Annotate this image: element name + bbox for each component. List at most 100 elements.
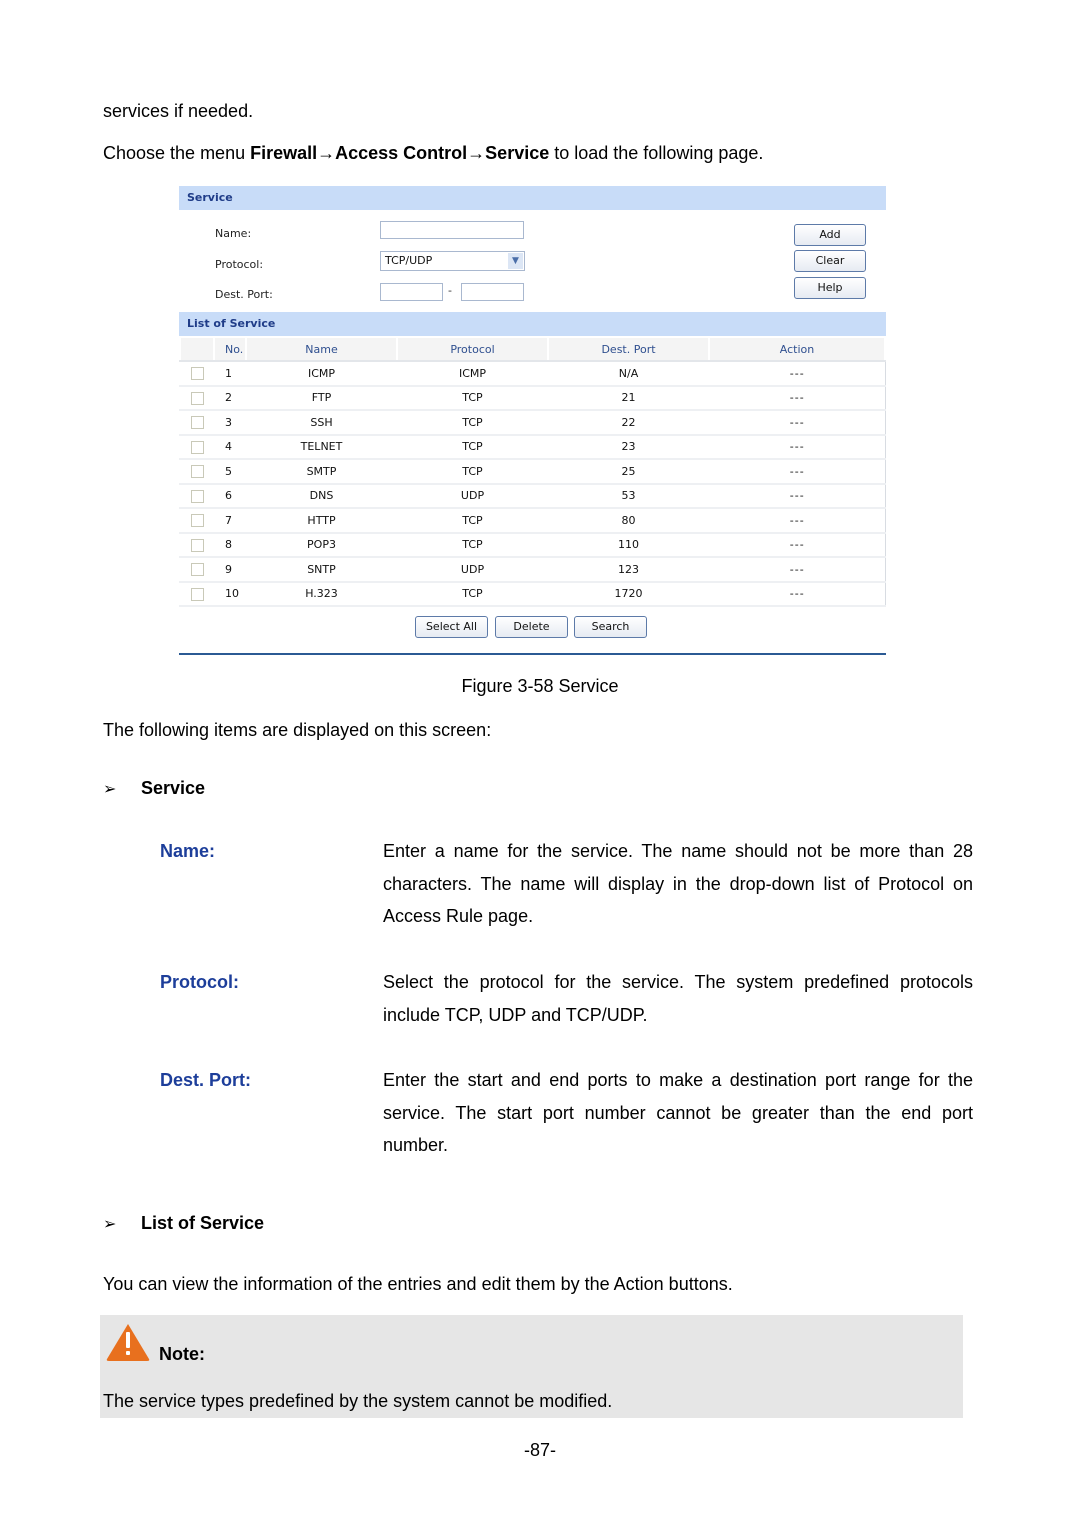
row-action[interactable]: --- <box>708 385 885 411</box>
menu-firewall: Firewall <box>250 143 318 163</box>
row-name: SMTP <box>245 459 397 485</box>
header-dest-port: Dest. Port <box>547 336 710 362</box>
header-action: Action <box>708 336 886 362</box>
service-figure: Service Name: Protocol: Dest. Port: TCP/… <box>179 186 886 656</box>
row-select-checkbox[interactable] <box>190 367 204 380</box>
row-no: 7 <box>213 508 246 534</box>
list-section-title: List of Service <box>179 312 886 336</box>
row-dest-port: 80 <box>547 508 709 534</box>
row-name: DNS <box>245 483 397 509</box>
list-heading-text: List of Service <box>141 1213 265 1233</box>
row-checkbox <box>179 361 214 387</box>
help-button[interactable]: Help <box>794 277 866 299</box>
row-no: 1 <box>213 361 246 387</box>
row-select-checkbox[interactable] <box>190 416 204 429</box>
row-name: ICMP <box>245 361 397 387</box>
row-protocol: TCP <box>396 459 548 485</box>
list-heading: ➢ List of Service <box>103 1213 264 1234</box>
row-action[interactable]: --- <box>708 483 885 509</box>
row-select-checkbox[interactable] <box>190 489 204 503</box>
intro-prefix: Choose the menu <box>103 143 251 163</box>
delete-button[interactable]: Delete <box>495 616 568 638</box>
row-no: 4 <box>213 434 246 460</box>
row-checkbox <box>179 459 214 485</box>
row-action[interactable]: --- <box>708 459 885 485</box>
header-no: No. <box>213 336 247 362</box>
row-protocol: TCP <box>396 581 548 607</box>
service-heading: ➢ Service <box>103 778 205 799</box>
row-no: 10 <box>213 581 246 607</box>
row-no: 9 <box>213 557 246 583</box>
row-protocol: TCP <box>396 532 548 558</box>
menu-service: Service <box>485 143 550 163</box>
row-no: 8 <box>213 532 246 558</box>
header-protocol: Protocol <box>396 336 549 362</box>
service-heading-text: Service <box>141 778 206 798</box>
row-checkbox <box>179 508 214 534</box>
name-input[interactable] <box>380 221 524 239</box>
chevron-down-icon[interactable]: ▼ <box>508 253 523 269</box>
row-action[interactable]: --- <box>708 557 885 583</box>
arrow: → <box>317 143 336 163</box>
term-name: Name: <box>160 841 216 861</box>
row-action[interactable]: --- <box>708 410 885 436</box>
table-row: 2 FTP TCP 21 --- <box>179 385 885 411</box>
row-protocol: UDP <box>396 557 548 583</box>
row-dest-port: 23 <box>547 434 709 460</box>
row-select-checkbox[interactable] <box>190 465 204 478</box>
row-action[interactable]: --- <box>708 508 885 534</box>
row-action[interactable]: --- <box>708 532 885 558</box>
row-action[interactable]: --- <box>708 581 885 607</box>
table-row: 1 ICMP ICMP N/A --- <box>179 361 885 387</box>
port-end-input[interactable] <box>461 283 524 301</box>
figure-caption: Figure 3-58 Service <box>461 676 619 696</box>
clear-button[interactable]: Clear <box>794 250 866 272</box>
intro-suffix: to load the following page. <box>549 143 764 163</box>
intro-line-2: Choose the menu Firewall→Access Control→… <box>103 142 763 164</box>
protocol-select[interactable]: TCP/UDP ▼ <box>380 251 525 271</box>
note-label: Note: <box>159 1344 205 1364</box>
row-dest-port: 21 <box>547 385 709 411</box>
search-button[interactable]: Search <box>574 616 647 638</box>
row-no: 5 <box>213 459 246 485</box>
header-checkbox-col <box>179 336 215 362</box>
row-select-checkbox[interactable] <box>190 391 204 405</box>
row-checkbox <box>179 434 214 460</box>
page-number: -87- <box>523 1440 556 1460</box>
row-no: 2 <box>213 385 246 411</box>
row-select-checkbox[interactable] <box>190 563 204 576</box>
add-button[interactable]: Add <box>794 224 866 246</box>
row-protocol: TCP <box>396 434 548 460</box>
dest-port-label: Dest. Port: <box>215 288 273 301</box>
row-dest-port: 1720 <box>547 581 709 607</box>
row-action[interactable]: --- <box>708 361 885 387</box>
row-no: 3 <box>213 410 246 436</box>
row-select-checkbox[interactable] <box>190 587 204 601</box>
desc-name: Enter a name for the service. The name s… <box>383 841 973 926</box>
select-all-button[interactable]: Select All <box>415 616 488 638</box>
row-name: POP3 <box>245 532 397 558</box>
row-action[interactable]: --- <box>708 434 885 460</box>
items-intro: The following items are displayed on thi… <box>103 720 492 740</box>
arrow: → <box>467 143 486 163</box>
arrowhead-bullet-icon: ➢ <box>103 781 117 798</box>
intro-line-1: services if needed. <box>103 101 254 121</box>
row-dest-port: 25 <box>547 459 709 485</box>
row-select-checkbox[interactable] <box>190 514 204 527</box>
desc-protocol: Select the protocol for the service. The… <box>383 972 973 1025</box>
row-select-checkbox[interactable] <box>190 538 204 552</box>
table-row: 7 HTTP TCP 80 --- <box>179 508 885 534</box>
port-start-input[interactable] <box>380 283 443 301</box>
row-checkbox <box>179 532 214 558</box>
row-no: 6 <box>213 483 246 509</box>
row-dest-port: 22 <box>547 410 709 436</box>
row-select-checkbox[interactable] <box>190 440 204 454</box>
list-description: You can view the information of the entr… <box>103 1274 733 1294</box>
term-dest-port: Dest. Port: <box>160 1070 252 1090</box>
row-protocol: TCP <box>396 385 548 411</box>
table-row: 8 POP3 TCP 110 --- <box>179 532 885 558</box>
row-dest-port: 110 <box>547 532 709 558</box>
protocol-label: Protocol: <box>215 258 264 271</box>
warning-icon <box>106 1324 150 1361</box>
row-checkbox <box>179 581 214 607</box>
